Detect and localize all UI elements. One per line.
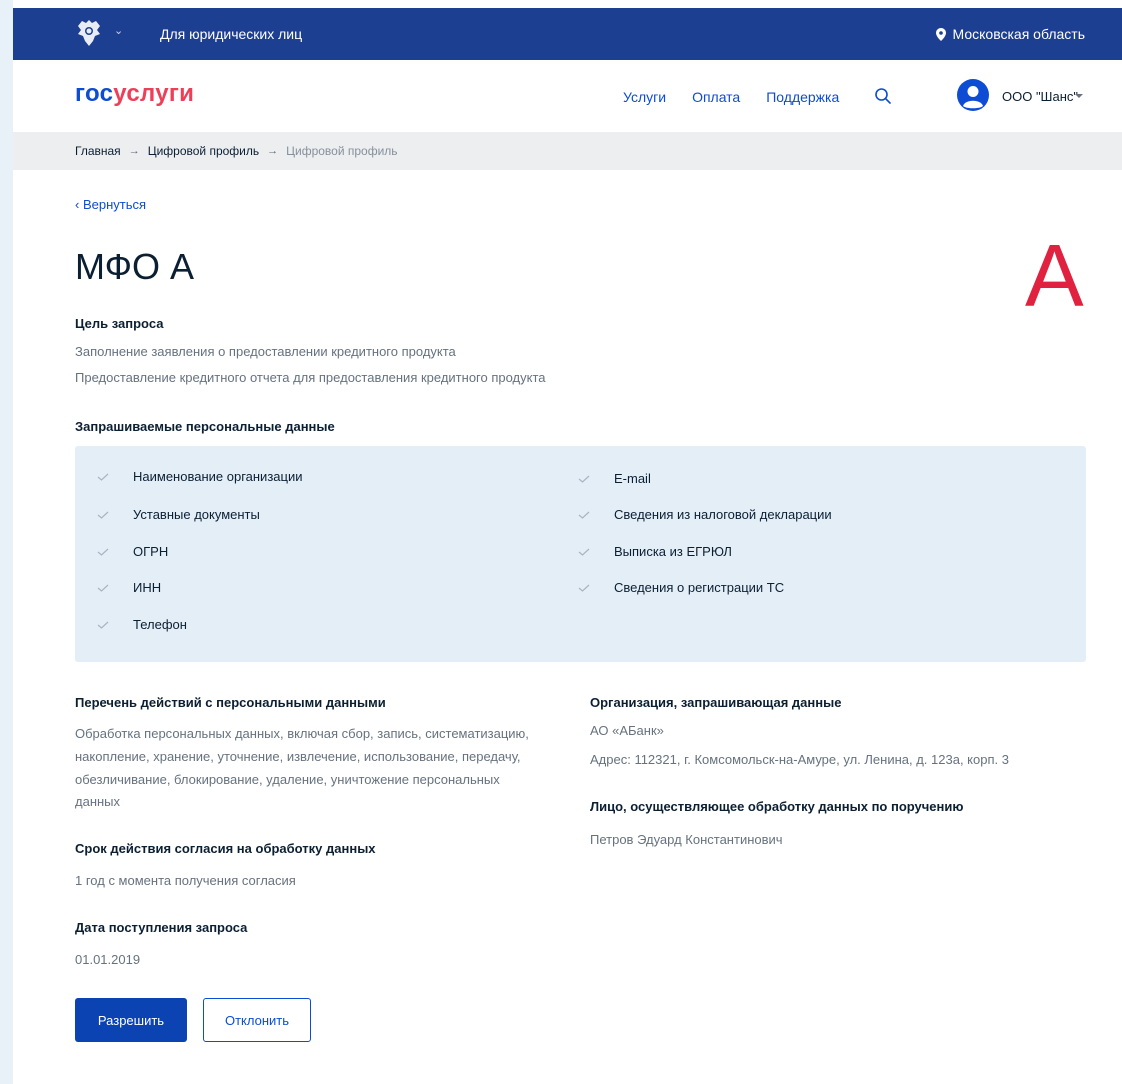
- check-icon: [97, 621, 109, 629]
- coat-of-arms-icon[interactable]: [76, 17, 102, 49]
- data-item-label: Уставные документы: [133, 507, 260, 522]
- site-header: госуслуги Услуги Оплата Поддержка ООО "Ш…: [13, 60, 1122, 132]
- back-link[interactable]: ‹ Вернуться: [75, 197, 146, 212]
- data-item-label: Сведения из налоговой декларации: [614, 507, 832, 522]
- arrow-right-icon: →: [267, 145, 279, 157]
- data-item-label: Телефон: [133, 617, 187, 632]
- check-icon: [578, 511, 590, 519]
- org-logo-letter: А: [1025, 226, 1084, 325]
- data-item-label: ИНН: [133, 580, 162, 595]
- received-date-value: 01.01.2019: [75, 952, 141, 967]
- processor-heading: Лицо, осуществляющее обработку данных по…: [590, 799, 964, 814]
- data-item: Сведения о регистрации ТС: [578, 580, 784, 595]
- deny-button[interactable]: Отклонить: [203, 998, 311, 1042]
- logo-part-uslugi: услуги: [113, 80, 195, 107]
- term-heading: Срок действия согласия на обработку данн…: [75, 841, 376, 856]
- check-icon: [97, 584, 109, 592]
- data-item: Уставные документы: [97, 507, 260, 522]
- requested-data-heading: Запрашиваемые персональные данные: [75, 419, 335, 434]
- current-org-name[interactable]: ООО "Шанс": [1002, 89, 1078, 104]
- purpose-line: Предоставление кредитного отчета для пре…: [75, 370, 546, 385]
- top-bar: ⌄ Для юридических лиц Московская область: [13, 8, 1122, 60]
- check-icon: [97, 473, 109, 481]
- legal-entities-link[interactable]: Для юридических лиц: [160, 26, 302, 42]
- purpose-line: Заполнение заявления о предоставлении кр…: [75, 344, 456, 359]
- purpose-heading: Цель запроса: [75, 316, 164, 331]
- data-item: ОГРН: [97, 544, 168, 559]
- actions-line: накопление, хранение, уточнение, извлече…: [75, 749, 521, 764]
- received-date-heading: Дата поступления запроса: [75, 920, 248, 935]
- data-item: Выписка из ЕГРЮЛ: [578, 544, 732, 559]
- page-title: МФО А: [75, 246, 194, 287]
- processor-name: Петров Эдуард Константинович: [590, 832, 783, 847]
- data-item: Сведения из налоговой декларации: [578, 507, 832, 522]
- gosuslugi-logo[interactable]: госуслуги: [75, 80, 194, 108]
- actions-line: данных: [75, 794, 121, 809]
- nav-item-services[interactable]: Услуги: [623, 89, 666, 105]
- breadcrumb-digital-profile[interactable]: Цифровой профиль: [148, 144, 259, 158]
- page: ⌄ Для юридических лиц Московская область…: [13, 0, 1122, 1084]
- data-item-label: Выписка из ЕГРЮЛ: [614, 544, 732, 559]
- allow-button[interactable]: Разрешить: [75, 998, 187, 1042]
- data-item: E-mail: [578, 471, 651, 486]
- check-icon: [97, 548, 109, 556]
- breadcrumb: Главная → Цифровой профиль → Цифровой пр…: [13, 132, 1122, 170]
- actions-heading: Перечень действий с персональными данным…: [75, 695, 386, 710]
- arrow-right-icon: →: [128, 145, 140, 157]
- caret-down-icon[interactable]: [1075, 94, 1083, 98]
- back-label: Вернуться: [82, 197, 147, 212]
- check-icon: [578, 584, 590, 592]
- check-icon: [578, 548, 590, 556]
- breadcrumb-current: Цифровой профиль: [286, 144, 398, 158]
- check-icon: [97, 511, 109, 519]
- data-item: Телефон: [97, 617, 187, 632]
- organization-heading: Организация, запрашивающая данные: [590, 695, 842, 710]
- logo-part-gos: гос: [75, 80, 114, 107]
- data-item-label: Сведения о регистрации ТС: [614, 580, 785, 595]
- term-value: 1 год с момента получения согласия: [75, 873, 296, 888]
- region-selector[interactable]: Московская область: [935, 26, 1085, 42]
- data-item-label: E-mail: [614, 471, 651, 486]
- nav-item-support[interactable]: Поддержка: [766, 89, 839, 105]
- organization-address: Адрес: 112321, г. Комсомольск-на-Амуре, …: [590, 752, 1009, 767]
- requested-data-box: Наименование организации Уставные докуме…: [75, 446, 1086, 662]
- breadcrumb-home[interactable]: Главная: [75, 144, 121, 158]
- organization-name: АО «АБанк»: [590, 723, 664, 738]
- location-pin-icon: [935, 27, 946, 41]
- data-item: ИНН: [97, 580, 161, 595]
- data-item: Наименование организации: [97, 469, 302, 484]
- chevron-left-icon: ‹: [75, 197, 80, 212]
- region-label: Московская область: [952, 26, 1085, 42]
- actions-line: Обработка персональных данных, включая с…: [75, 726, 529, 741]
- data-item-label: ОГРН: [133, 544, 169, 559]
- chevron-down-icon[interactable]: ⌄: [114, 24, 123, 37]
- nav-item-payment[interactable]: Оплата: [692, 89, 740, 105]
- check-icon: [578, 475, 590, 483]
- avatar[interactable]: [957, 79, 989, 111]
- actions-line: обезличивание, блокирование, удаление, у…: [75, 772, 500, 787]
- data-item-label: Наименование организации: [133, 469, 303, 484]
- search-icon[interactable]: [874, 87, 892, 105]
- main-nav: Услуги Оплата Поддержка: [623, 89, 839, 105]
